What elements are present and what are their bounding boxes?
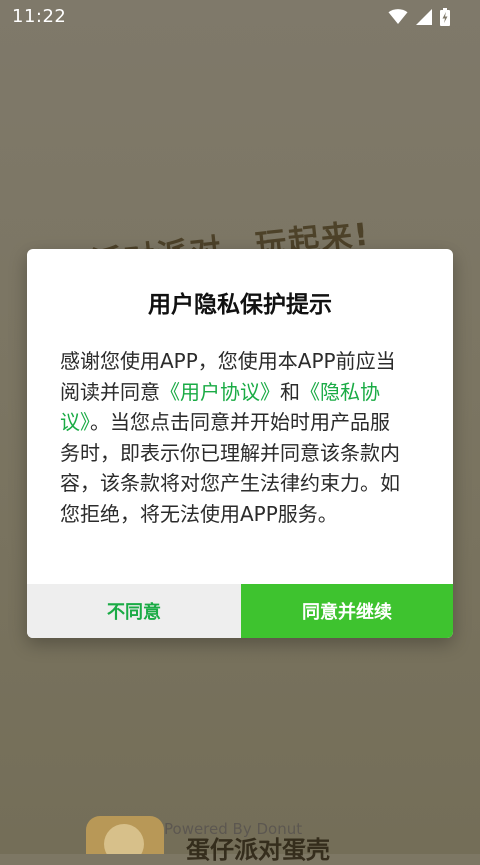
dialog-title: 用户隐私保护提示 [148,292,332,318]
dialog-body-text: 和 [280,379,300,404]
dialog-body-text: 。当您点击同意并开始时用产品服务时，即表示你已理解并同意该条款内容，该条款将对您… [60,410,400,526]
wifi-icon [388,9,408,25]
app-logo-icon [86,816,164,854]
disagree-button[interactable]: 不同意 [27,584,241,638]
status-time: 11:22 [12,6,67,27]
user-agreement-link[interactable]: 《用户协议》 [160,380,280,404]
privacy-dialog: 用户隐私保护提示 感谢您使用APP，您使用本APP前应当阅读并同意《用户协议》和… [27,249,453,638]
dialog-footer: 不同意 同意并继续 [27,584,453,638]
cell-signal-icon [416,9,432,25]
status-bar: 11:22 [0,0,480,36]
status-icons [388,8,450,26]
battery-charging-icon [440,8,450,26]
app-title-text: 蛋仔派对蛋壳 [186,836,330,864]
agree-continue-button[interactable]: 同意并继续 [241,584,453,638]
dialog-body: 感谢您使用APP，您使用本APP前应当阅读并同意《用户协议》和《隐私协议》。当您… [60,346,408,530]
